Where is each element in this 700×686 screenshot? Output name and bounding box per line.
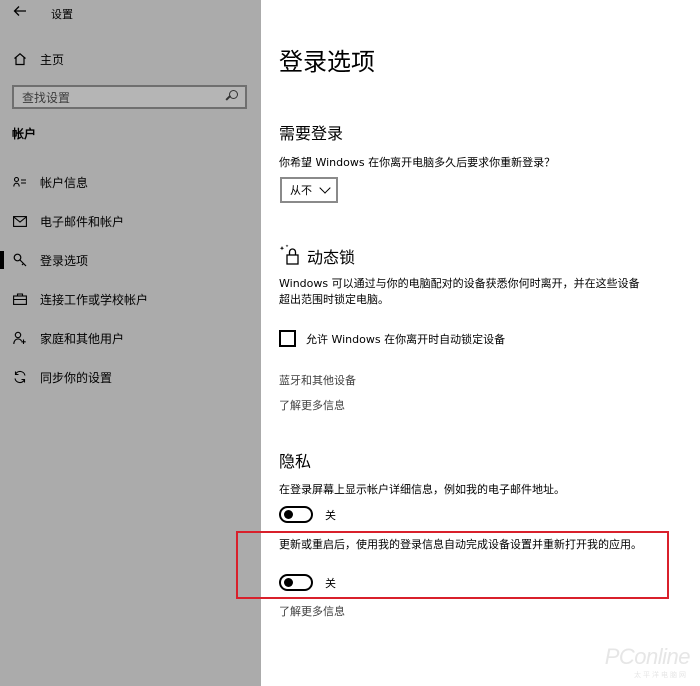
sidebar-item-account-info[interactable]: 帐户信息	[0, 167, 261, 197]
dynamic-lock-checkbox-row[interactable]: 允许 Windows 在你离开时自动锁定设备	[279, 330, 505, 347]
sidebar-item-label: 登录选项	[40, 253, 89, 268]
sidebar-item-work-school[interactable]: 连接工作或学校帐户	[0, 284, 261, 314]
dynamic-lock-heading: 动态锁	[307, 248, 356, 267]
toggle-state-label: 关	[325, 508, 336, 522]
sidebar: 设置 主页 查找设置 帐户 帐户信息 电子邮件和帐户 登录选项 连接工作或学校帐…	[0, 0, 261, 686]
privacy-setting1-toggle-row[interactable]: 关	[279, 506, 336, 523]
privacy-setting1-text: 在登录屏幕上显示帐户详细信息，例如我的电子邮件地址。	[279, 483, 565, 496]
bluetooth-devices-link[interactable]: 蓝牙和其他设备	[279, 372, 356, 388]
sidebar-item-home[interactable]: 主页	[12, 48, 252, 70]
chevron-down-icon	[319, 182, 331, 194]
person-card-icon	[12, 174, 28, 190]
section-title: 帐户	[12, 127, 37, 141]
sidebar-item-label: 主页	[40, 52, 65, 67]
sidebar-item-email[interactable]: 电子邮件和帐户	[0, 206, 261, 236]
mail-icon	[12, 213, 28, 229]
sidebar-item-family[interactable]: 家庭和其他用户	[0, 323, 261, 353]
require-signin-question: 你希望 Windows 在你离开电脑多久后要求你重新登录？	[279, 156, 556, 169]
sidebar-item-signin-options[interactable]: 登录选项	[0, 245, 261, 275]
back-arrow-icon[interactable]	[13, 4, 27, 22]
watermark-logo: PConline	[604, 644, 691, 669]
sidebar-item-label: 家庭和其他用户	[40, 331, 125, 346]
watermark-subtext: 太平洋电脑网	[634, 671, 688, 679]
sidebar-item-label: 帐户信息	[40, 175, 89, 190]
sidebar-item-label: 连接工作或学校帐户	[40, 292, 149, 307]
search-icon[interactable]	[223, 88, 241, 106]
account-details-toggle[interactable]	[279, 506, 313, 523]
sync-icon	[12, 369, 28, 385]
home-icon	[12, 51, 28, 67]
highlight-box	[236, 531, 669, 599]
sidebar-item-label: 同步你的设置	[40, 370, 113, 385]
dynamic-lock-checkbox[interactable]	[279, 330, 296, 347]
search-placeholder: 查找设置	[22, 90, 71, 105]
sidebar-item-sync[interactable]: 同步你的设置	[0, 362, 261, 392]
privacy-heading: 隐私	[279, 452, 312, 471]
window-title: 设置	[51, 8, 73, 21]
briefcase-icon	[12, 291, 28, 307]
person-add-icon	[12, 330, 28, 346]
page-title: 登录选项	[279, 48, 375, 76]
dynamic-lock-icon	[279, 244, 301, 266]
key-icon	[12, 252, 28, 268]
search-input[interactable]: 查找设置	[12, 85, 247, 109]
sidebar-item-label: 电子邮件和帐户	[40, 214, 125, 229]
checkbox-label: 允许 Windows 在你离开时自动锁定设备	[306, 332, 506, 346]
signin-timeout-dropdown[interactable]: 从不	[280, 177, 338, 203]
dropdown-value: 从不	[290, 184, 312, 197]
dynamic-lock-description: Windows 可以通过与你的电脑配对的设备获悉你何时离开，并在这些设备超出范围…	[279, 277, 640, 306]
privacy-learn-more-link[interactable]: 了解更多信息	[279, 603, 345, 619]
require-signin-heading: 需要登录	[279, 124, 344, 143]
title-bar: 设置	[0, 0, 261, 28]
learn-more-link[interactable]: 了解更多信息	[279, 397, 345, 413]
